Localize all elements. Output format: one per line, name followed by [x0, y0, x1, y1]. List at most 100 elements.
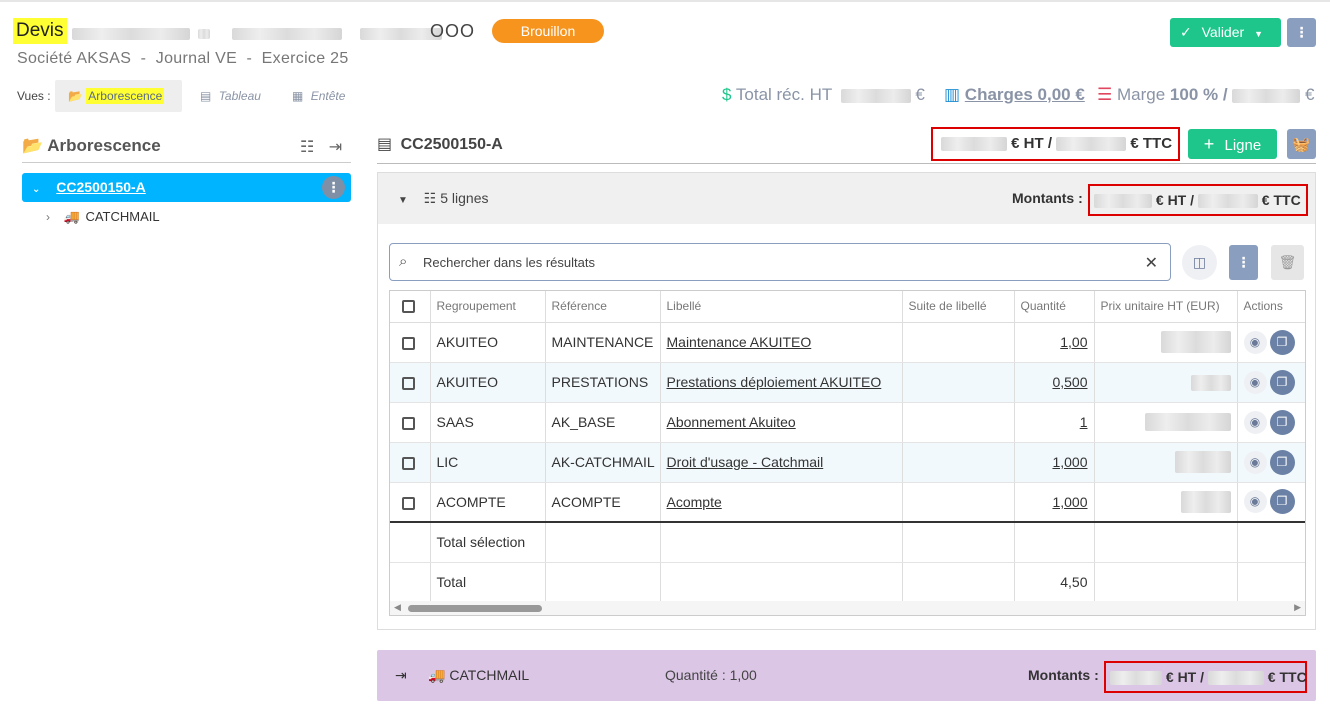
- table-row[interactable]: AKUITEO PRESTATIONS Prestations déploiem…: [390, 362, 1305, 403]
- lines-block: ▼ ☷ 5 lignes Montants : € HT / € TTC ⌕ R…: [377, 172, 1316, 630]
- cell-reference: ACOMPTE: [545, 482, 661, 523]
- row-label-link[interactable]: Abonnement Akuiteo: [667, 414, 796, 430]
- copy-icon[interactable]: ❐: [1269, 369, 1295, 395]
- view-tab-tree[interactable]: 📂 Arborescence: [55, 80, 182, 112]
- table-row[interactable]: SAAS AK_BASE Abonnement Akuiteo 1 ◉ ❐: [390, 402, 1305, 443]
- search-input[interactable]: Rechercher dans les résultats: [423, 255, 595, 270]
- column-header[interactable]: Prix unitaire HT (EUR): [1094, 291, 1238, 323]
- eye-icon[interactable]: ◉: [1243, 330, 1267, 354]
- row-label-link[interactable]: Droit d'usage - Catchmail: [667, 454, 824, 470]
- eye-icon[interactable]: ◉: [1243, 490, 1267, 514]
- column-header[interactable]: Suite de libellé: [902, 291, 1015, 323]
- kpi-charges[interactable]: ▥ Charges 0,00 €: [944, 84, 1085, 106]
- copy-icon[interactable]: ❐: [1269, 489, 1295, 515]
- column-header[interactable]: Libellé: [660, 291, 903, 323]
- search-box[interactable]: ⌕ Rechercher dans les résultats ✕: [389, 243, 1171, 281]
- row-label-link[interactable]: Maintenance AKUITEO: [667, 334, 812, 350]
- header-more-button[interactable]: ⋮: [1287, 18, 1316, 47]
- cell-label[interactable]: Abonnement Akuiteo: [660, 402, 903, 443]
- cell-quantity[interactable]: 1: [1014, 402, 1095, 443]
- document-subtitle: Société AKSAS - Journal VE - Exercice 25: [17, 50, 349, 67]
- copy-icon[interactable]: ❐: [1269, 449, 1295, 475]
- caret-down-icon[interactable]: ▼: [398, 195, 408, 206]
- cell-label[interactable]: Droit d'usage - Catchmail: [660, 442, 903, 483]
- sub-block-catchmail[interactable]: ⇥ 🚚 CATCHMAIL Quantité : 1,00 Montants :…: [377, 650, 1316, 701]
- columns-icon: ◫: [1192, 254, 1207, 270]
- copy-icon[interactable]: ❐: [1269, 409, 1295, 435]
- grid-more-button[interactable]: ⋮: [1229, 245, 1258, 280]
- totals-ht-label: € HT /: [1011, 135, 1053, 152]
- kpi-margin: ☰ Marge 100 % / €: [1097, 84, 1315, 106]
- chevron-down-icon[interactable]: ⌄: [32, 184, 40, 195]
- cell-group: LIC: [430, 442, 546, 483]
- column-header[interactable]: Regroupement: [430, 291, 546, 323]
- scrollbar-thumb[interactable]: [408, 605, 542, 612]
- tree-child-node[interactable]: › 🚚 CATCHMAIL: [46, 208, 160, 226]
- cell-label[interactable]: Acompte: [660, 482, 903, 523]
- row-checkbox[interactable]: [402, 336, 415, 350]
- scroll-left-icon[interactable]: ◀: [394, 602, 401, 613]
- view-tab-table[interactable]: ▤ Tableau: [200, 80, 261, 112]
- table-row[interactable]: ACOMPTE ACOMPTE Acompte 1,000 ◉ ❐: [390, 482, 1305, 523]
- row-checkbox[interactable]: [402, 416, 415, 430]
- view-tab-header[interactable]: ▦ Entête: [292, 80, 345, 112]
- eye-icon[interactable]: ◉: [1243, 410, 1267, 434]
- basket-button[interactable]: 🧺: [1287, 129, 1316, 159]
- add-line-button[interactable]: + Ligne: [1188, 129, 1277, 159]
- row-label-link[interactable]: Acompte: [667, 494, 722, 510]
- lines-count[interactable]: ▼ ☷ 5 lignes: [398, 190, 489, 207]
- cell-quantity[interactable]: 1,00: [1014, 322, 1095, 363]
- lines-header: ▼ ☷ 5 lignes Montants : € HT / € TTC: [378, 173, 1315, 224]
- scroll-right-icon[interactable]: ▶: [1294, 602, 1301, 613]
- panel-totals: € HT / € TTC: [931, 127, 1180, 161]
- top-divider: [0, 0, 1330, 2]
- grid-delete-button[interactable]: 🗑: [1271, 245, 1304, 280]
- column-header[interactable]: Quantité: [1014, 291, 1095, 323]
- table-row[interactable]: AKUITEO MAINTENANCE Maintenance AKUITEO …: [390, 322, 1305, 363]
- total-quantity: 4,50: [1014, 562, 1095, 603]
- select-all-header[interactable]: [390, 291, 431, 323]
- quantity-link[interactable]: 1,00: [1060, 334, 1087, 350]
- horizontal-scrollbar[interactable]: ◀ ▶: [390, 601, 1305, 615]
- validate-button[interactable]: ✓ Valider ▼: [1170, 18, 1281, 47]
- column-header[interactable]: Référence: [545, 291, 661, 323]
- row-checkbox[interactable]: [402, 456, 415, 470]
- table-header-row: Regroupement Référence Libellé Suite de …: [390, 291, 1305, 323]
- cell-reference: AK_BASE: [545, 402, 661, 443]
- kpi-margin-value: 100 % /: [1169, 85, 1228, 104]
- quantity-link[interactable]: 1: [1080, 414, 1088, 430]
- cell-actions: ◉ ❐: [1237, 362, 1305, 403]
- row-checkbox[interactable]: [402, 376, 415, 390]
- cell-quantity[interactable]: 1,000: [1014, 442, 1095, 483]
- view-tab-label: Entête: [310, 89, 346, 103]
- tree-root-node[interactable]: ⌄ CC2500150-A ⋮: [22, 173, 351, 202]
- select-all-checkbox[interactable]: [402, 300, 415, 314]
- column-header[interactable]: Actions: [1237, 291, 1305, 323]
- cell-label[interactable]: Maintenance AKUITEO: [660, 322, 903, 363]
- copy-icon[interactable]: ❐: [1269, 329, 1295, 355]
- tree-tools: ☷ ⇥: [300, 137, 342, 157]
- columns-button[interactable]: ◫: [1182, 245, 1217, 280]
- eye-icon[interactable]: ◉: [1243, 370, 1267, 394]
- eye-icon[interactable]: ◉: [1243, 450, 1267, 474]
- search-icon: ⌕: [399, 253, 408, 270]
- cell-quantity[interactable]: 1,000: [1014, 482, 1095, 523]
- cell-quantity[interactable]: 0,500: [1014, 362, 1095, 403]
- quantity-link[interactable]: 1,000: [1052, 454, 1087, 470]
- row-label-link[interactable]: Prestations déploiement AKUITEO: [667, 374, 882, 390]
- tree-root-menu-button[interactable]: ⋮: [322, 176, 345, 199]
- row-checkbox[interactable]: [402, 496, 415, 510]
- sub-block-amounts: € HT / € TTC: [1104, 661, 1307, 693]
- quantity-link[interactable]: 0,500: [1052, 374, 1087, 390]
- selection-total-label: Total sélection: [430, 521, 546, 563]
- list-icon: ☷: [423, 190, 437, 206]
- tree-root-label[interactable]: CC2500150-A: [56, 179, 146, 195]
- table-row[interactable]: LIC AK-CATCHMAIL Droit d'usage - Catchma…: [390, 442, 1305, 483]
- close-icon[interactable]: ✕: [1145, 253, 1158, 273]
- quantity-link[interactable]: 1,000: [1052, 494, 1087, 510]
- tree-expand-icon[interactable]: ☷: [300, 139, 314, 156]
- cell-label[interactable]: Prestations déploiement AKUITEO: [660, 362, 903, 403]
- tree-indent-icon[interactable]: ⇥: [329, 139, 342, 156]
- chevron-right-icon[interactable]: ›: [46, 210, 50, 224]
- enter-icon[interactable]: ⇥: [395, 667, 407, 684]
